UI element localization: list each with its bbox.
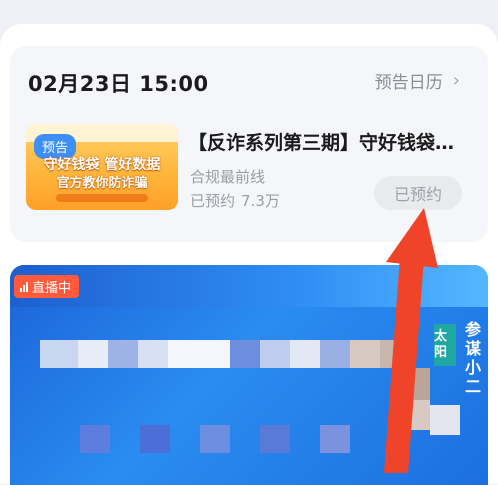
reserved-button[interactable]: 已预约 [374, 176, 462, 210]
video-mosaic [168, 340, 230, 368]
live-stream-header [10, 265, 488, 307]
stream-side-tag: 太阳 [434, 324, 456, 366]
live-badge-label: 直播中 [32, 281, 72, 296]
video-mosaic [350, 340, 380, 368]
video-mosaic [78, 340, 108, 368]
thumbnail-subheadline: 官方教你防诈骗 [56, 176, 148, 191]
stream-side-tag-text: 太阳 [434, 329, 448, 360]
video-mosaic [230, 340, 260, 368]
video-mosaic [200, 425, 230, 453]
video-mosaic [380, 340, 410, 368]
event-title[interactable]: 【反诈系列第三期】守好钱袋… [188, 128, 463, 155]
event-publisher[interactable]: 合规最前线 [190, 166, 265, 187]
video-mosaic [108, 340, 138, 368]
video-mosaic [430, 405, 460, 435]
video-mosaic [140, 425, 170, 453]
live-stream-panel[interactable] [10, 265, 488, 485]
signal-bars-icon [20, 281, 28, 292]
thumbnail-headline: 守好钱袋 管好数据 [43, 157, 161, 173]
thumbnail-banner [56, 194, 148, 202]
video-mosaic [320, 340, 350, 368]
event-thumbnail[interactable]: 预告 守好钱袋 管好数据 官方教你防诈骗 [26, 124, 178, 210]
reserved-count-label: 已预约 [190, 192, 236, 210]
video-mosaic [400, 368, 430, 400]
calendar-link-label: 预告日历 [374, 73, 443, 93]
video-mosaic [138, 340, 168, 368]
preview-calendar-link[interactable]: 预告日历 › [375, 68, 460, 93]
chevron-right-icon: › [452, 70, 460, 91]
live-badge: 直播中 [14, 275, 80, 298]
stream-side-caption: 参谋小二 [464, 320, 481, 396]
reserved-count: 已预约 7.3万 [190, 190, 280, 211]
video-mosaic [80, 425, 110, 453]
video-mosaic [290, 340, 320, 368]
preview-date-time: 02月23日 15:00 [28, 72, 209, 96]
video-mosaic [40, 340, 78, 368]
video-mosaic [400, 400, 430, 430]
video-mosaic [260, 340, 290, 368]
reserved-count-value: 7.3万 [241, 192, 280, 210]
video-mosaic [260, 425, 290, 453]
video-mosaic [320, 425, 350, 453]
